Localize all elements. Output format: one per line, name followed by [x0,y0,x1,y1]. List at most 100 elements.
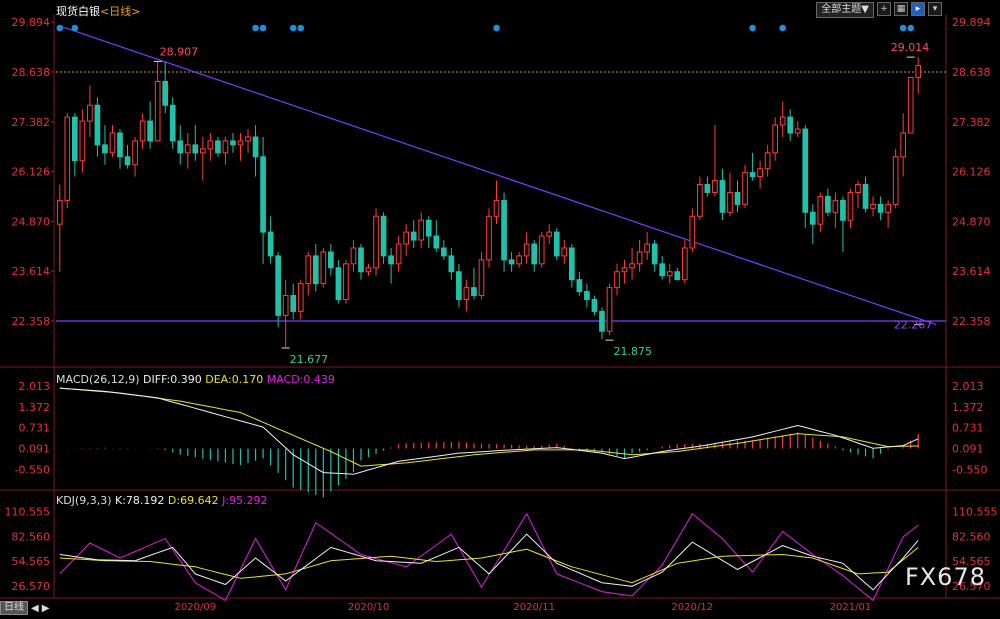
candle-body [584,291,590,301]
candle-body [636,251,643,265]
candle-body [689,215,696,249]
event-dot [749,24,756,32]
collapse-icon[interactable]: ▾ [928,2,942,16]
candle-body [177,140,184,154]
kdj-header: KDJ(9,3,3) K:78.192 D:69.642 J:95.292 [56,494,268,507]
x-tick-label: 2021/01 [830,602,872,613]
candle-body [290,295,297,312]
kdj-k-label: K:78.192 [115,494,165,507]
candle-body [184,144,191,154]
kdj-y-tick-right: 110.555 [952,506,998,519]
candle-body [358,247,364,273]
trendline-end-label: 22.267 [894,319,933,332]
candle-body [448,255,455,273]
candle-body [94,104,101,146]
low-label: 21.677 [290,353,329,366]
candle-body [410,231,417,241]
kdj-d-label: D:69.642 [167,494,219,507]
add-icon[interactable]: + [877,2,891,16]
candle-body [79,120,86,162]
macd-diff-label: DIFF:0.390 [143,373,202,386]
candle-body [531,243,538,265]
kdj-title: KDJ(9,3,3) [56,494,112,507]
candle-body [493,199,500,217]
candle-body [591,299,598,312]
macd-y-tick-right: -0.550 [952,463,987,476]
y-tick-label-left: 26.126 [12,166,51,179]
play-icon[interactable]: ▸ [911,2,925,16]
candle-body [553,231,560,257]
candle-body [117,132,123,158]
kdj-k-line [59,533,919,591]
candle-body [305,255,312,285]
candle-body [546,231,553,237]
kdj-d-line [59,547,919,584]
candle-body [71,116,78,162]
candle-body [674,271,681,281]
macd-diff-line [59,387,919,475]
chart-stage[interactable]: 29.894 29.894 28.638 28.638 27.382 27.382 26.1… [0,0,1000,615]
high-label: 28.907 [160,45,199,58]
candle-body [749,172,756,178]
candle-body [847,191,854,221]
next-arrow-icon[interactable]: ▶ [42,603,50,614]
candle-body [147,120,153,142]
candle-body [425,219,432,237]
subject-dropdown[interactable]: 全部主题▼ [816,2,874,18]
macd-macd-label: MACD:0.439 [266,373,335,386]
event-dot [56,24,64,32]
candle-body [794,128,801,134]
y-tick-label-right: 24.870 [952,215,991,228]
event-dot [289,24,297,32]
candle-body [666,271,673,277]
candle-body [870,203,876,209]
candle-body [440,247,447,257]
candle-body [538,235,545,265]
y-tick-label-left: 27.382 [12,116,51,129]
x-tick-label: 2020/10 [348,602,390,613]
grid-icon[interactable]: ▦ [894,2,908,16]
event-dot [297,24,305,32]
candle-body [478,259,485,297]
y-tick-label-left: 24.870 [12,215,51,228]
event-dot [907,24,915,32]
y-tick-label-right: 29.894 [952,16,991,29]
instrument-period: <日线> [100,5,141,18]
candle-body [282,295,289,316]
candle-body [569,247,575,281]
candle-body [102,144,108,154]
candle-body [885,203,891,213]
candle-body [915,65,922,78]
chart-canvas[interactable]: 29.894 29.894 28.638 28.638 27.382 27.382 26.1… [0,0,1000,615]
macd-y-tick-right: 1.372 [952,401,984,414]
candle-body [139,120,146,142]
prev-arrow-icon[interactable]: ◀ [31,603,39,614]
event-dot [779,24,786,32]
candle-body [267,231,274,257]
y-tick-label-left: 23.614 [12,265,51,278]
period-tag[interactable]: 日线 [0,601,28,615]
high-label: 29.014 [891,41,930,54]
macd-dea-label: DEA:0.170 [205,373,264,386]
candle-body [222,140,229,154]
candle-body [252,136,259,158]
x-tick-label: 2020/12 [672,602,714,613]
macd-y-tick-right: 0.731 [952,422,984,435]
candle-body [350,247,357,265]
candle-body [87,104,93,122]
candle-body [365,267,372,273]
candle-body [862,184,869,209]
candle-body [237,140,244,146]
candle-body [109,132,116,154]
candle-body [486,215,492,261]
candle-body [840,199,846,221]
y-tick-label-left: 22.358 [12,315,51,328]
candle-body [644,243,650,253]
candle-body [230,140,236,146]
candle-body [215,140,221,154]
candle-body [697,184,703,217]
candle-body [169,104,176,142]
candle-body [516,255,522,265]
x-tick-label: 2020/11 [513,602,555,613]
candle-body [320,251,327,285]
